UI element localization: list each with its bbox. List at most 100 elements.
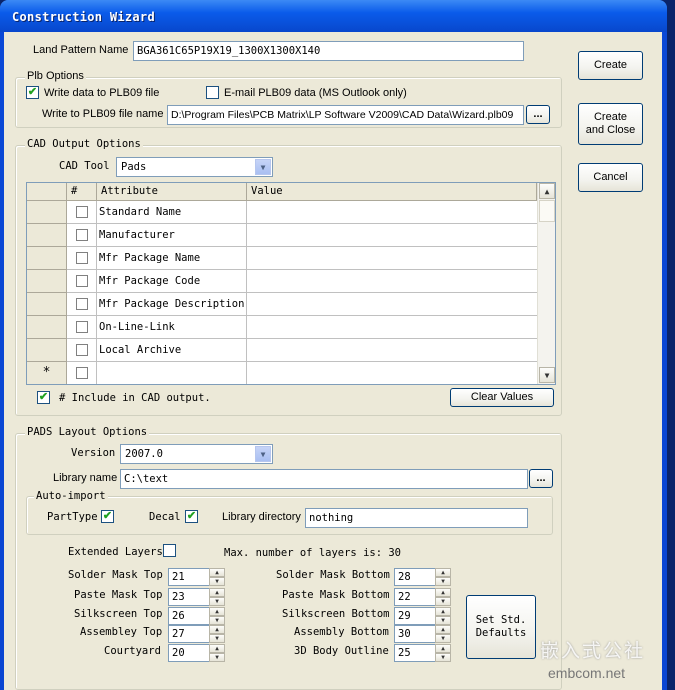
layer-spinner[interactable]: 21 ▲ ▼ [168, 568, 226, 586]
attribute-cell[interactable]: Standard Name [97, 201, 247, 224]
version-select[interactable]: 2007.0 ▼ [120, 444, 273, 464]
row-include-checkbox[interactable] [76, 252, 88, 264]
email-checkbox[interactable] [206, 86, 219, 99]
attribute-cell[interactable]: Mfr Package Name [97, 247, 247, 270]
spin-up-icon[interactable]: ▲ [209, 588, 225, 597]
set-std-defaults-button[interactable]: Set Std. Defaults [466, 595, 536, 659]
spinner-arrows[interactable]: ▲ ▼ [209, 568, 225, 586]
spin-down-icon[interactable]: ▼ [435, 597, 451, 606]
spin-down-icon[interactable]: ▼ [209, 653, 225, 662]
spin-down-icon[interactable]: ▼ [435, 653, 451, 662]
value-cell[interactable] [247, 224, 537, 247]
row-header[interactable] [27, 293, 67, 316]
attribute-cell[interactable]: Mfr Package Description [97, 293, 247, 316]
create-and-close-button[interactable]: Create and Close [578, 103, 643, 145]
value-cell[interactable] [247, 316, 537, 339]
spin-up-icon[interactable]: ▲ [209, 644, 225, 653]
library-name-input[interactable]: C:\text [120, 469, 528, 489]
library-directory-input[interactable]: nothing [305, 508, 528, 528]
row-include-checkbox[interactable] [76, 344, 88, 356]
layer-value[interactable]: 22 [394, 588, 436, 606]
spinner-arrows[interactable]: ▲ ▼ [435, 607, 451, 625]
layer-spinner[interactable]: 26 ▲ ▼ [168, 607, 226, 625]
table-row[interactable]: Standard Name [27, 201, 537, 224]
layer-value[interactable]: 29 [394, 607, 436, 625]
attribute-cell[interactable] [97, 362, 247, 384]
layer-spinner[interactable]: 20 ▲ ▼ [168, 644, 226, 662]
spin-up-icon[interactable]: ▲ [209, 607, 225, 616]
spinner-arrows[interactable]: ▲ ▼ [435, 568, 451, 586]
attribute-cell[interactable]: Manufacturer [97, 224, 247, 247]
layer-value[interactable]: 20 [168, 644, 210, 662]
plb-browse-button[interactable]: ... [526, 105, 550, 124]
spinner-arrows[interactable]: ▲ ▼ [435, 625, 451, 643]
spin-down-icon[interactable]: ▼ [209, 597, 225, 606]
spin-down-icon[interactable]: ▼ [209, 634, 225, 643]
layer-value[interactable]: 30 [394, 625, 436, 643]
decal-checkbox[interactable]: ✔ [185, 510, 198, 523]
value-cell[interactable] [247, 339, 537, 362]
spinner-arrows[interactable]: ▲ ▼ [209, 588, 225, 606]
extended-layers-checkbox[interactable] [163, 544, 176, 557]
spin-up-icon[interactable]: ▲ [209, 625, 225, 634]
spin-down-icon[interactable]: ▼ [435, 577, 451, 586]
row-include-checkbox[interactable] [76, 275, 88, 287]
table-row[interactable]: On-Line-Link [27, 316, 537, 339]
spin-down-icon[interactable]: ▼ [209, 616, 225, 625]
attribute-cell[interactable]: Local Archive [97, 339, 247, 362]
layer-value[interactable]: 21 [168, 568, 210, 586]
row-include-checkbox[interactable] [76, 367, 88, 379]
layer-value[interactable]: 23 [168, 588, 210, 606]
scroll-down-icon[interactable]: ▼ [539, 367, 555, 383]
scroll-up-icon[interactable]: ▲ [539, 183, 555, 199]
spin-up-icon[interactable]: ▲ [435, 607, 451, 616]
spinner-arrows[interactable]: ▲ ▼ [435, 644, 451, 662]
spinner-arrows[interactable]: ▲ ▼ [435, 588, 451, 606]
table-row[interactable]: Local Archive [27, 339, 537, 362]
attribute-grid[interactable]: # Attribute Value Standard Name Manufact… [26, 182, 556, 385]
layer-spinner[interactable]: 30 ▲ ▼ [394, 625, 452, 643]
spinner-arrows[interactable]: ▲ ▼ [209, 644, 225, 662]
title-bar[interactable]: Construction Wizard [0, 0, 667, 32]
spinner-arrows[interactable]: ▲ ▼ [209, 625, 225, 643]
spin-up-icon[interactable]: ▲ [435, 588, 451, 597]
value-cell[interactable] [247, 247, 537, 270]
row-include-checkbox[interactable] [76, 321, 88, 333]
spin-down-icon[interactable]: ▼ [435, 634, 451, 643]
row-header[interactable] [27, 316, 67, 339]
spin-down-icon[interactable]: ▼ [209, 577, 225, 586]
row-header[interactable] [27, 339, 67, 362]
layer-spinner[interactable]: 25 ▲ ▼ [394, 644, 452, 662]
row-header[interactable] [27, 201, 67, 224]
write-data-checkbox[interactable]: ✔ [26, 86, 39, 99]
hash-column-header[interactable]: # [67, 183, 97, 201]
layer-spinner[interactable]: 29 ▲ ▼ [394, 607, 452, 625]
value-cell[interactable] [247, 362, 537, 384]
table-row[interactable]: Manufacturer [27, 224, 537, 247]
table-row[interactable]: Mfr Package Name [27, 247, 537, 270]
library-browse-button[interactable]: ... [529, 469, 553, 488]
new-table-row[interactable]: * [27, 362, 537, 384]
row-header[interactable] [27, 270, 67, 293]
row-include-checkbox[interactable] [76, 298, 88, 310]
layer-spinner[interactable]: 28 ▲ ▼ [394, 568, 452, 586]
layer-spinner[interactable]: 22 ▲ ▼ [394, 588, 452, 606]
attribute-column-header[interactable]: Attribute [97, 183, 247, 201]
new-row-marker[interactable]: * [27, 362, 67, 384]
row-header[interactable] [27, 247, 67, 270]
clear-values-button[interactable]: Clear Values [450, 388, 554, 407]
parttype-checkbox[interactable]: ✔ [101, 510, 114, 523]
value-column-header[interactable]: Value [247, 183, 537, 201]
layer-value[interactable]: 26 [168, 607, 210, 625]
create-button[interactable]: Create [578, 51, 643, 80]
land-pattern-input[interactable]: BGA361C65P19X19_1300X1300X140 [133, 41, 524, 61]
value-cell[interactable] [247, 293, 537, 316]
row-include-checkbox[interactable] [76, 206, 88, 218]
plb-file-input[interactable]: D:\Program Files\PCB Matrix\LP Software … [167, 105, 524, 125]
layer-value[interactable]: 27 [168, 625, 210, 643]
chevron-down-icon[interactable]: ▼ [255, 446, 271, 462]
layer-value[interactable]: 25 [394, 644, 436, 662]
row-include-checkbox[interactable] [76, 229, 88, 241]
table-row[interactable]: Mfr Package Code [27, 270, 537, 293]
row-header[interactable] [27, 224, 67, 247]
